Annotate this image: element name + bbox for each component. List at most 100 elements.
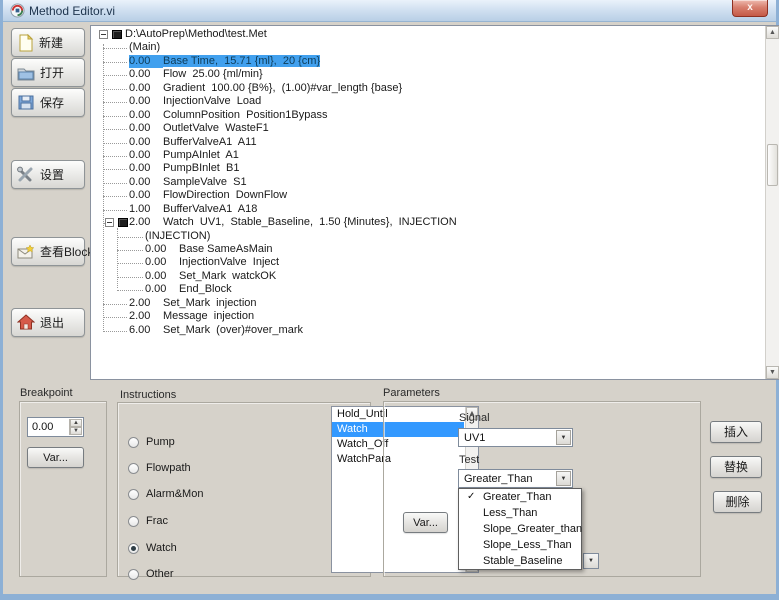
tree-row[interactable]: 0.00OutletValve WasteF1 <box>95 122 763 135</box>
tree-row[interactable]: 0.00PumpBInlet B1 <box>95 162 763 175</box>
exit-button[interactable]: 退出 <box>11 308 85 337</box>
tree-row[interactable]: 0.00End_Block <box>95 283 763 296</box>
tree-row[interactable]: (Main) <box>95 41 763 54</box>
tree-scrollbar[interactable]: ▲ ▼ <box>765 26 779 379</box>
title-bar[interactable]: Method Editor.vi x <box>3 0 776 22</box>
radio-label: Other <box>146 568 174 580</box>
breakpoint-var-button[interactable]: Var... <box>27 447 84 468</box>
test-combobox[interactable]: Greater_Than ▼ <box>458 469 573 488</box>
breakpoint-value-spinner[interactable]: 0.00 ▲ ▼ <box>27 417 84 437</box>
replace-button[interactable]: 替换 <box>710 456 762 478</box>
radio-circle-icon[interactable] <box>128 489 139 500</box>
view-block-button[interactable]: 查看Block <box>11 237 85 266</box>
instructions-label: Instructions <box>120 389 176 401</box>
radio-watch[interactable]: Watch <box>128 542 177 554</box>
menu-item[interactable]: Slope_Greater_than <box>459 521 581 537</box>
scroll-down-icon[interactable]: ▼ <box>766 366 779 379</box>
tools-icon <box>17 166 35 183</box>
tree-row-time: 2.00 <box>129 310 163 323</box>
method-tree-panel: D:\AutoPrep\Method\test.Met(Main)0.00Bas… <box>90 25 779 380</box>
new-button[interactable]: 新建 <box>11 28 85 57</box>
test-dropdown-menu[interactable]: ✓Greater_ThanLess_Than Slope_Greater_than… <box>458 488 582 570</box>
menu-item-label: Slope_Greater_than <box>483 523 582 535</box>
menu-item[interactable]: Slope_Less_Than <box>459 537 581 553</box>
collapse-minus-icon[interactable] <box>105 218 114 227</box>
instructions-groupbox: PumpFlowpathAlarm&MonFracWatchOther Hold… <box>117 402 371 577</box>
menu-item[interactable]: Less_Than <box>459 505 581 521</box>
tree-row[interactable]: 0.00SampleValve S1 <box>95 176 763 189</box>
tree-row[interactable]: 2.00Message injection <box>95 310 763 323</box>
radio-circle-icon[interactable] <box>128 463 139 474</box>
radio-label: Pump <box>146 436 175 448</box>
combo-arrow-icon[interactable]: ▼ <box>556 430 571 445</box>
tree-row-text: End_Block <box>179 283 232 295</box>
tree-row[interactable]: 2.00Set_Mark injection <box>95 297 763 310</box>
tree-row[interactable]: 2.00Watch UV1, Stable_Baseline, 1.50 {Mi… <box>95 216 763 229</box>
signal-combobox[interactable]: UV1 ▼ <box>458 428 573 447</box>
save-disk-icon <box>17 94 35 111</box>
tree-row-time: 0.00 <box>129 122 163 135</box>
test-value: Greater_Than <box>464 473 532 485</box>
open-button[interactable]: 打开 <box>11 58 85 87</box>
tree-row-time: 0.00 <box>129 82 163 95</box>
tree-row[interactable]: 0.00ColumnPosition Position1Bypass <box>95 109 763 122</box>
tree-row-text: OutletValve WasteF1 <box>163 122 269 134</box>
radio-pump[interactable]: Pump <box>128 436 175 448</box>
radio-circle-icon[interactable] <box>128 437 139 448</box>
close-button[interactable]: x <box>732 0 768 17</box>
tree-row[interactable]: (INJECTION) <box>95 230 763 243</box>
tree-row[interactable]: 0.00Flow 25.00 {ml/min} <box>95 68 763 81</box>
tree-row[interactable]: D:\AutoPrep\Method\test.Met <box>95 28 763 41</box>
tree-row-time: 1.00 <box>129 203 163 216</box>
tree-row-time: 0.00 <box>129 109 163 122</box>
breakpoint-value: 0.00 <box>32 421 53 433</box>
scroll-up-icon[interactable]: ▲ <box>766 26 779 39</box>
tree-row-time: 0.00 <box>145 283 179 296</box>
combo-arrow-icon[interactable]: ▼ <box>556 471 571 486</box>
radio-alarm-mon[interactable]: Alarm&Mon <box>128 488 203 500</box>
tree-row[interactable]: 6.00Set_Mark (over)#over_mark <box>95 324 763 337</box>
tree-scroll-thumb[interactable] <box>767 144 778 186</box>
tree-row-time: 0.00 <box>145 243 179 256</box>
collapse-minus-icon[interactable] <box>99 30 108 39</box>
radio-other[interactable]: Other <box>128 568 174 580</box>
tree-row-time: 0.00 <box>129 95 163 108</box>
tree-row-text: BufferValveA1 A18 <box>163 203 257 215</box>
tree-connector-line <box>103 44 104 330</box>
menu-item[interactable]: ✓Greater_Than <box>459 489 581 505</box>
tree-row[interactable]: 0.00FlowDirection DownFlow <box>95 189 763 202</box>
radio-label: Flowpath <box>146 462 191 474</box>
tree-row-text: Set_Mark injection <box>163 297 257 309</box>
tree-row-text: SampleValve S1 <box>163 176 247 188</box>
tree-row[interactable]: 1.00BufferValveA1 A18 <box>95 203 763 216</box>
method-tree[interactable]: D:\AutoPrep\Method\test.Met(Main)0.00Bas… <box>95 28 763 377</box>
save-button[interactable]: 保存 <box>11 88 85 117</box>
tree-row[interactable]: 0.00Base Time, 15.71 {ml}, 20 {cm} <box>95 55 763 68</box>
tree-row[interactable]: 0.00BufferValveA1 A11 <box>95 136 763 149</box>
radio-frac[interactable]: Frac <box>128 515 168 527</box>
tree-row-text: D:\AutoPrep\Method\test.Met <box>125 28 267 40</box>
tree-row[interactable]: 0.00Gradient 100.00 {B%}, (1.00)#var_len… <box>95 82 763 95</box>
spin-up-icon[interactable]: ▲ <box>70 419 82 427</box>
radio-flowpath[interactable]: Flowpath <box>128 462 191 474</box>
menu-item[interactable]: Stable_Baseline <box>459 553 581 569</box>
tree-row[interactable]: 0.00Set_Mark watckOK <box>95 270 763 283</box>
tree-row[interactable]: 0.00InjectionValve Inject <box>95 256 763 269</box>
spin-down-icon[interactable]: ▼ <box>70 427 82 435</box>
tree-row-text: ColumnPosition Position1Bypass <box>163 109 327 121</box>
combo-arrow-icon[interactable]: ▼ <box>583 553 599 569</box>
parameters-var-button[interactable]: Var... <box>403 512 448 533</box>
settings-button[interactable]: 设置 <box>11 160 85 189</box>
tree-row[interactable]: 0.00PumpAInlet A1 <box>95 149 763 162</box>
insert-button[interactable]: 插入 <box>710 421 762 443</box>
tree-row-text: BufferValveA1 A11 <box>163 136 257 148</box>
view-block-icon <box>17 244 35 260</box>
app-window: Method Editor.vi x 新建 打开 保存 <box>0 0 779 600</box>
tree-row[interactable]: 0.00Base SameAsMain <box>95 243 763 256</box>
new-button-label: 新建 <box>39 34 63 51</box>
radio-circle-icon[interactable] <box>128 516 139 527</box>
radio-circle-icon[interactable] <box>128 543 139 554</box>
radio-circle-icon[interactable] <box>128 569 139 580</box>
tree-row[interactable]: 0.00InjectionValve Load <box>95 95 763 108</box>
delete-button[interactable]: 删除 <box>713 491 762 513</box>
